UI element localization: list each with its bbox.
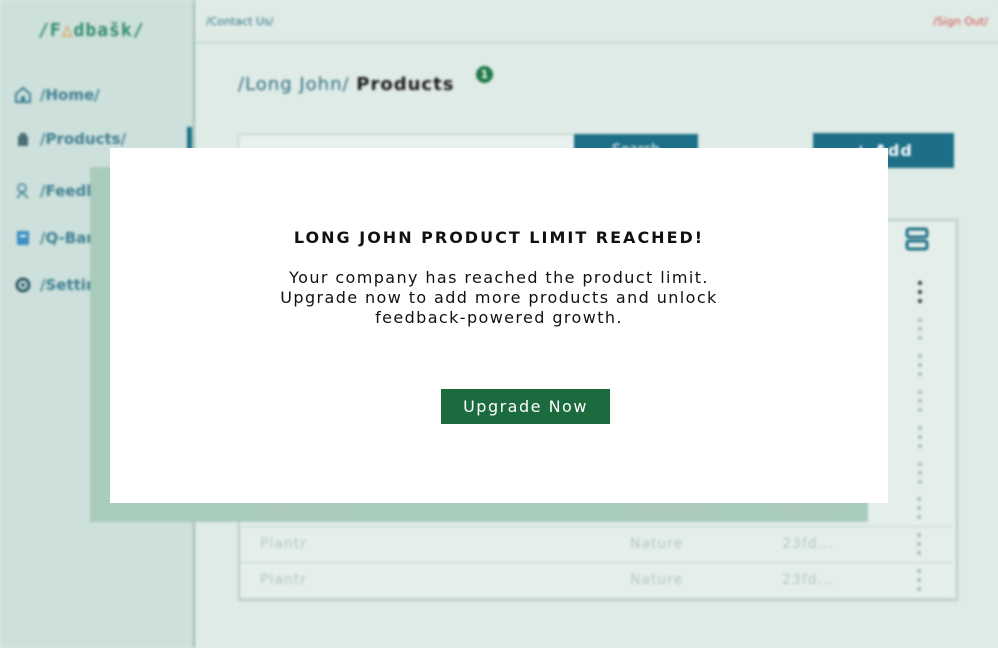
list-view-icon[interactable] [905, 226, 929, 256]
flame-icon: △ [61, 20, 74, 41]
product-count-badge: 1 [476, 66, 493, 83]
sign-out-link[interactable]: /Sign Out/ [933, 15, 988, 28]
breadcrumb-current: Products [356, 74, 455, 95]
row-category: Nature [630, 572, 684, 588]
row-menu-icon[interactable] [916, 497, 922, 519]
table-row[interactable]: Plantr Nature 23fd... [240, 527, 952, 563]
row-id: 23fd... [782, 572, 834, 588]
modal-line: Your company has reached the product lim… [289, 268, 709, 287]
row-name: Plantr [260, 536, 308, 552]
row-menu-icon[interactable] [917, 318, 923, 340]
row-name: Plantr [260, 572, 308, 588]
row-menu-icon[interactable] [917, 462, 923, 484]
row-menu-icon[interactable] [917, 281, 923, 303]
app-logo[interactable]: /F△dbašk/ [38, 20, 145, 41]
logo-suffix: dbašk/ [73, 20, 145, 41]
row-id: 23fd... [782, 536, 834, 552]
row-category: Nature [630, 536, 684, 552]
gear-icon [14, 276, 32, 294]
row-menu-icon[interactable] [916, 569, 922, 591]
qbank-icon [14, 229, 32, 247]
modal-title: LONG JOHN PRODUCT LIMIT REACHED! [293, 228, 705, 247]
products-icon [14, 130, 32, 148]
upgrade-now-button[interactable]: Upgrade Now [441, 389, 610, 424]
sidebar-item-label: /Products/ [40, 130, 127, 148]
modal-line: Upgrade now to add more products and unl… [280, 288, 718, 307]
sidebar-item-label: /Home/ [40, 86, 100, 104]
modal-message: Your company has reached the product lim… [230, 268, 768, 328]
breadcrumb: /Long John/ Products [238, 74, 454, 95]
feedback-icon [14, 182, 32, 200]
logo-prefix: /F [38, 20, 62, 41]
row-menu-icon[interactable] [917, 426, 923, 448]
modal-line: feedback-powered growth. [375, 308, 623, 327]
sidebar-item-home[interactable]: /Home/ [14, 86, 100, 104]
row-menu-icon[interactable] [917, 390, 923, 412]
sidebar-item-products[interactable]: /Products/ [14, 130, 126, 148]
topbar: /Contact Us/ /Sign Out/ [195, 0, 998, 43]
row-menu-icon[interactable] [917, 354, 923, 376]
product-limit-modal: LONG JOHN PRODUCT LIMIT REACHED! Your co… [110, 148, 888, 503]
table-row[interactable]: Plantr Nature 23fd... [240, 563, 952, 599]
home-icon [14, 86, 32, 104]
row-menu-icon[interactable] [916, 533, 922, 555]
breadcrumb-company[interactable]: /Long John/ [238, 74, 350, 95]
contact-us-link[interactable]: /Contact Us/ [206, 15, 274, 28]
